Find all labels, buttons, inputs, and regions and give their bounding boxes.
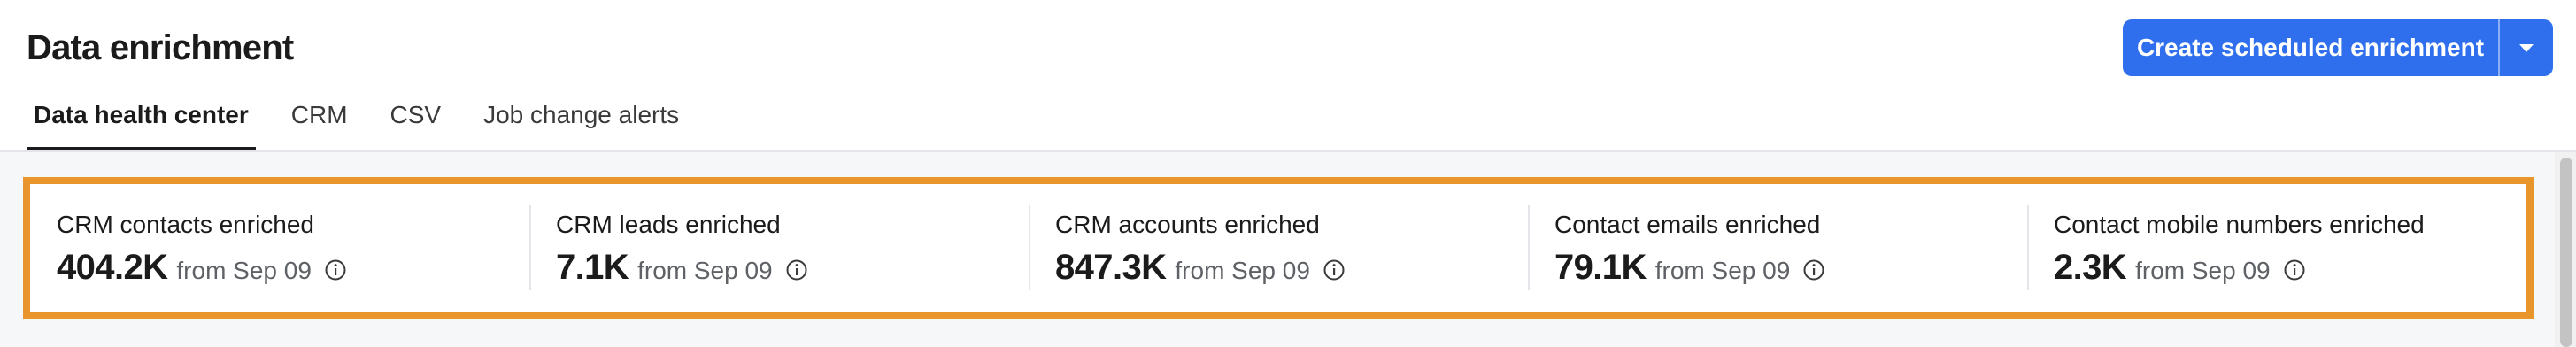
metric-contact-emails-enriched: Contact emails enriched 79.1K from Sep 0… <box>1528 184 2027 312</box>
page: Data enrichment Data health center CRM C… <box>0 0 2576 347</box>
metric-value: 2.3K <box>2054 248 2127 287</box>
metric-label: Contact mobile numbers enriched <box>2054 211 2425 238</box>
tab-crm[interactable]: CRM <box>284 89 355 150</box>
tab-label: CSV <box>389 101 442 128</box>
metric-since-date: from Sep 09 <box>1175 257 1310 284</box>
metric-value-row: 2.3K from Sep 09 <box>2054 246 2306 289</box>
tab-csv[interactable]: CSV <box>383 89 449 150</box>
metric-label: CRM contacts enriched <box>57 211 315 238</box>
metric-contact-mobile-numbers-enriched: Contact mobile numbers enriched 2.3K fro… <box>2027 184 2526 312</box>
metric-value: 79.1K <box>1554 248 1647 287</box>
tab-job-change-alerts[interactable]: Job change alerts <box>476 89 686 150</box>
metric-value-row: 79.1K from Sep 09 <box>1554 246 1825 289</box>
tab-label: Data health center <box>34 101 249 128</box>
create-scheduled-enrichment-button[interactable]: Create scheduled enrichment <box>2123 19 2498 76</box>
create-options-dropdown-button[interactable] <box>2500 19 2553 76</box>
info-icon[interactable] <box>2283 258 2306 281</box>
metric-label: Contact emails enriched <box>1554 211 1821 238</box>
page-title: Data enrichment <box>27 28 294 67</box>
metric-since-date: from Sep 09 <box>176 257 312 284</box>
metric-value-row: 847.3K from Sep 09 <box>1055 246 1346 289</box>
metric-since-date: from Sep 09 <box>2135 257 2271 284</box>
info-icon[interactable] <box>785 258 808 281</box>
tab-bar: Data health center CRM CSV Job change al… <box>27 89 714 150</box>
metric-since-date: from Sep 09 <box>1654 257 1791 284</box>
metric-label: CRM accounts enriched <box>1055 211 1320 238</box>
create-button-label: Create scheduled enrichment <box>2136 34 2485 61</box>
metric-value-row: 404.2K from Sep 09 <box>57 246 347 289</box>
page-header: Data enrichment Data health center CRM C… <box>0 0 2576 152</box>
metric-value-row: 7.1K from Sep 09 <box>556 246 808 289</box>
create-scheduled-enrichment-split-button: Create scheduled enrichment <box>2123 19 2553 76</box>
tab-label: CRM <box>290 101 348 128</box>
enrichment-metrics-card: CRM contacts enriched 404.2K from Sep 09… <box>30 184 2526 312</box>
metric-crm-accounts-enriched: CRM accounts enriched 847.3K from Sep 09 <box>1029 184 1528 312</box>
metric-value: 404.2K <box>57 248 168 287</box>
info-icon[interactable] <box>324 258 347 281</box>
tab-label: Job change alerts <box>483 101 680 128</box>
info-icon[interactable] <box>1802 258 1825 281</box>
metric-crm-contacts-enriched: CRM contacts enriched 404.2K from Sep 09 <box>30 184 529 312</box>
metric-value: 7.1K <box>556 248 629 287</box>
scrollbar-thumb[interactable] <box>2560 158 2572 347</box>
info-icon[interactable] <box>1323 258 1346 281</box>
metric-since-date: from Sep 09 <box>637 257 773 284</box>
chevron-down-icon <box>2519 43 2534 52</box>
metric-crm-leads-enriched: CRM leads enriched 7.1K from Sep 09 <box>529 184 1029 312</box>
metric-value: 847.3K <box>1055 248 1167 287</box>
tab-data-health-center[interactable]: Data health center <box>27 89 256 150</box>
metric-label: CRM leads enriched <box>556 211 781 238</box>
